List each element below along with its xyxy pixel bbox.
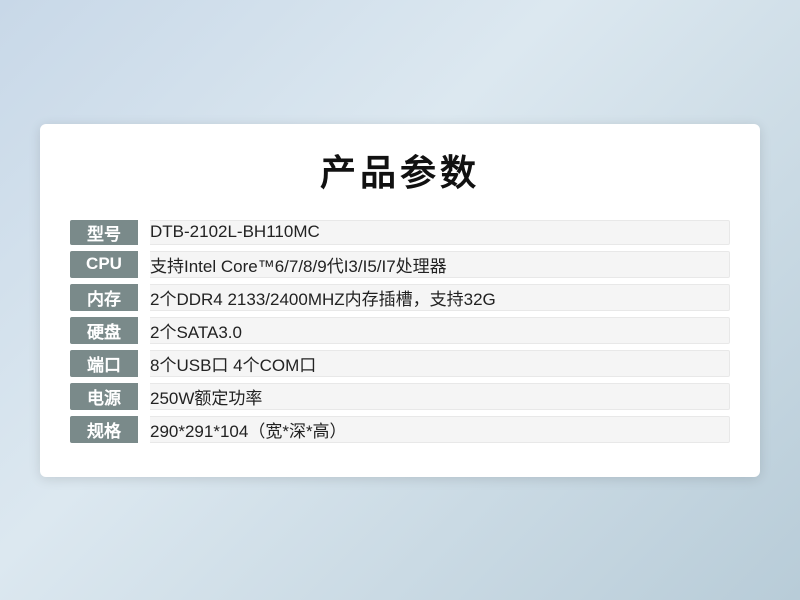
spacer	[138, 284, 150, 311]
spec-label: CPU	[70, 251, 138, 278]
spec-label: 规格	[70, 416, 138, 443]
table-row: 规格 290*291*104（宽*深*高）	[70, 416, 730, 443]
spec-label: 端口	[70, 350, 138, 377]
table-row: 内存 2个DDR4 2133/2400MHZ内存插槽，支持32G	[70, 284, 730, 311]
table-row: 端口 8个USB口 4个COM口	[70, 350, 730, 377]
product-specs-card: 产品参数 型号 DTB-2102L-BH110MC CPU 支持Intel Core™…	[40, 124, 760, 477]
spacer	[138, 383, 150, 410]
spec-label: 型号	[70, 220, 138, 245]
table-row: 硬盘 2个SATA3.0	[70, 317, 730, 344]
page-title: 产品参数	[70, 144, 730, 196]
spec-table: 型号 DTB-2102L-BH110MC CPU 支持Intel Core™6/7/8…	[70, 214, 730, 449]
spec-value: 250W额定功率	[150, 383, 730, 410]
spec-value: DTB-2102L-BH110MC	[150, 220, 730, 245]
spacer	[138, 317, 150, 344]
spacer	[138, 251, 150, 278]
spec-value: 8个USB口 4个COM口	[150, 350, 730, 377]
spacer	[138, 220, 150, 245]
spec-value: 支持Intel Core™6/7/8/9代I3/I5/I7处理器	[150, 251, 730, 278]
spec-label: 内存	[70, 284, 138, 311]
spec-value: 2个SATA3.0	[150, 317, 730, 344]
spec-value: 290*291*104（宽*深*高）	[150, 416, 730, 443]
spacer	[138, 416, 150, 443]
spacer	[138, 350, 150, 377]
spec-label: 电源	[70, 383, 138, 410]
table-row: 型号 DTB-2102L-BH110MC	[70, 220, 730, 245]
table-row: CPU 支持Intel Core™6/7/8/9代I3/I5/I7处理器	[70, 251, 730, 278]
spec-value: 2个DDR4 2133/2400MHZ内存插槽，支持32G	[150, 284, 730, 311]
table-row: 电源 250W额定功率	[70, 383, 730, 410]
spec-label: 硬盘	[70, 317, 138, 344]
